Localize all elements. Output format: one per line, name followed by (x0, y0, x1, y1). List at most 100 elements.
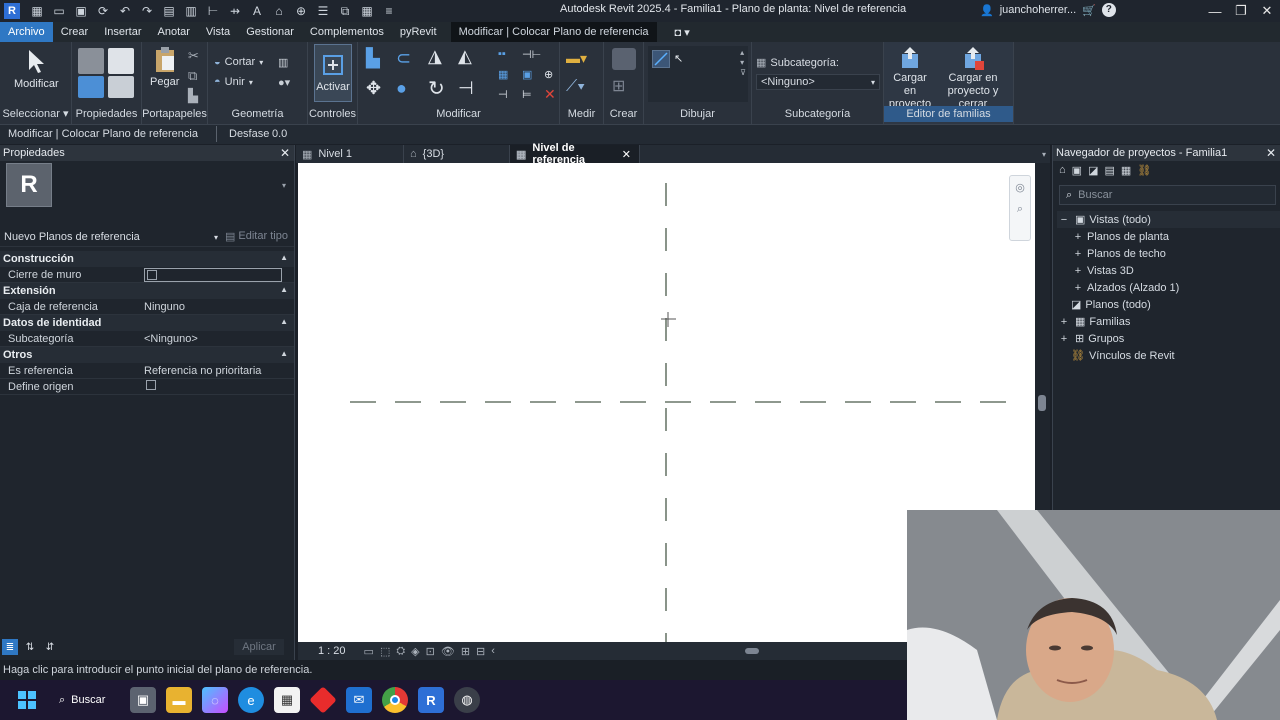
tabs-overflow-icon[interactable]: ▾ (1042, 145, 1046, 163)
sort-az-icon[interactable]: ⇅ (22, 639, 38, 655)
help-icon[interactable]: ? (1101, 3, 1116, 17)
browser-search-input[interactable]: ⌕ Buscar (1059, 185, 1276, 205)
tree-grupos[interactable]: + ⊞ Grupos (1057, 330, 1280, 347)
section-construccion[interactable]: Construcción ▲ (0, 251, 294, 267)
copy-icon[interactable]: ⧉ (188, 68, 197, 84)
schedule-icon[interactable]: ▤ (1104, 164, 1114, 177)
scale-icon[interactable]: ▣ (522, 68, 532, 81)
close-icon[interactable]: ✕ (280, 146, 290, 160)
sort-za-icon[interactable]: ⇵ (42, 639, 58, 655)
trim-single-icon[interactable]: ⊣ (498, 88, 508, 101)
scroll-left-icon[interactable]: ‹ (491, 645, 495, 657)
aplicar-button[interactable]: Aplicar (234, 639, 284, 655)
revit-logo[interactable]: R (4, 3, 20, 19)
trim-extend-icon[interactable]: ⊣ (458, 78, 474, 99)
tab-gestionar[interactable]: Gestionar (238, 22, 302, 42)
app-red-icon[interactable] (309, 686, 337, 714)
visual-style-icon[interactable]: ⬚ (380, 645, 390, 658)
tree-vistas-3d[interactable]: + Vistas 3D (1057, 262, 1280, 279)
delete-icon[interactable]: ✕ (544, 86, 556, 103)
tree-alzados[interactable]: + Alzados (Alzado 1) (1057, 279, 1280, 296)
subcategoria-select[interactable]: <Ninguno> ▾ (756, 74, 880, 90)
ribbon-toggle-icon[interactable]: ◘ ▾ (667, 22, 698, 42)
split-icon[interactable]: ▪▪ (498, 48, 506, 60)
type-properties-icon[interactable] (78, 48, 104, 74)
geometry-tool-icon-1[interactable]: ▥ (278, 56, 288, 69)
save-icon[interactable]: ▣ (73, 3, 89, 19)
dimension-aligned-icon[interactable]: ⟋▾ (566, 78, 585, 96)
offset-icon[interactable]: ⊂ (396, 48, 411, 69)
copilot-icon[interactable]: ◌ (202, 687, 228, 713)
pick-lines-icon[interactable]: ↖ (674, 52, 683, 65)
cortar-button[interactable]: ◒ Cortar ▾ (214, 56, 263, 68)
tab-anotar[interactable]: Anotar (150, 22, 198, 42)
chrome-dev-icon[interactable]: ◍ (454, 687, 480, 713)
task-view-icon[interactable]: ▣ (130, 687, 156, 713)
tree-planos-planta[interactable]: + Planos de planta (1057, 228, 1280, 245)
tab-crear[interactable]: Crear (53, 22, 97, 42)
copy-element-icon[interactable]: ● (396, 78, 407, 99)
tab-vista[interactable]: Vista (198, 22, 238, 42)
3d-view-icon[interactable]: ⌂ (271, 3, 287, 19)
revit-icon[interactable]: R (418, 687, 444, 713)
temp-hide-icon[interactable]: 👁 (441, 645, 455, 658)
unir-button[interactable]: ◓ Unir ▾ (214, 76, 253, 88)
split-gap-icon[interactable]: ⊣⊢ (522, 48, 541, 61)
view-scale[interactable]: 1 : 20 (318, 645, 346, 657)
scroll-thumb[interactable] (1038, 395, 1046, 411)
create-similar-icon[interactable]: ⊞ (612, 76, 625, 96)
home-icon[interactable]: ⌂ (1059, 164, 1066, 176)
editar-tipo-button[interactable]: ▤ Editar tipo (225, 230, 288, 243)
activar-button[interactable]: Activar (314, 44, 352, 102)
chrome-icon[interactable] (382, 687, 408, 713)
open-icon[interactable]: ▭ (51, 3, 67, 19)
close-window-button[interactable]: ✕ (1254, 0, 1280, 22)
tab-nivel-1[interactable]: ▦ Nivel 1 (296, 145, 404, 163)
close-icon[interactable]: ✕ (1266, 146, 1276, 160)
tab-contextual-modificar[interactable]: Modificar | Colocar Plano de referencia (450, 22, 657, 42)
tree-vistas-todo[interactable]: − ▣ Vistas (todo) (1057, 211, 1280, 228)
measure-ruler-icon[interactable]: ▬▾ (566, 50, 587, 67)
panel-label-seleccionar[interactable]: Seleccionar ▾ (0, 107, 71, 120)
es-referencia-value[interactable]: Referencia no prioritaria (140, 365, 294, 377)
view-icon[interactable]: ▣ (1072, 164, 1082, 177)
home-icon[interactable]: ▦ (29, 3, 45, 19)
match-type-icon[interactable]: ▙ (188, 88, 198, 104)
category-params-icon[interactable] (108, 76, 134, 98)
pin-icon[interactable]: ⊕ (544, 68, 553, 81)
tree-planos-todo[interactable]: ◪ Planos (todo) (1057, 296, 1280, 313)
type-dropdown[interactable]: Nuevo Planos de referencia ▾ (2, 228, 222, 246)
shadows-icon[interactable]: ◈ (411, 645, 419, 658)
text-icon[interactable]: A (249, 3, 265, 19)
define-origen-checkbox[interactable] (146, 380, 156, 390)
detail-level-icon[interactable]: ▭ (364, 645, 374, 658)
family-icon[interactable]: ▦ (1121, 164, 1131, 177)
close-inactive-icon[interactable]: ▥ (183, 3, 199, 19)
file-explorer-icon[interactable]: ▬ (166, 687, 192, 713)
mail-icon[interactable]: ✉ (346, 687, 372, 713)
measure-icon[interactable]: ⊢ (205, 3, 221, 19)
geometry-tool-icon-2[interactable]: ●▾ (278, 76, 290, 89)
tab-nivel-de-referencia[interactable]: ▦ Nivel de referencia ✕ (510, 142, 640, 166)
create-group-icon[interactable] (612, 48, 636, 70)
tree-planos-techo[interactable]: + Planos de techo (1057, 245, 1280, 262)
thin-lines-icon[interactable]: ☰ (315, 3, 331, 19)
tab-pyrevit[interactable]: pyRevit (392, 22, 445, 42)
subcategoria-value[interactable]: <Ninguno> (140, 333, 294, 345)
sync-icon[interactable]: ⟳ (95, 3, 111, 19)
zoom-icon[interactable]: ⌕ (1010, 198, 1030, 220)
window-tile-icon[interactable]: ▦ (359, 3, 375, 19)
align-icon[interactable]: ▙ (366, 48, 380, 69)
section-icon[interactable]: ⊕ (293, 3, 309, 19)
offset-input[interactable]: 0.0 (270, 126, 330, 142)
user-name[interactable]: juanchoherrer... (1000, 4, 1076, 16)
minimize-button[interactable]: — (1202, 0, 1228, 22)
caja-de-referencia-value[interactable]: Ninguno (140, 301, 294, 313)
reveal-hidden-icon[interactable]: ⊞ (461, 645, 470, 658)
family-types-icon[interactable] (108, 48, 134, 74)
tab-complementos[interactable]: Complementos (302, 22, 392, 42)
move-icon[interactable]: ✥ (366, 78, 381, 99)
horizontal-scroll-thumb[interactable] (744, 648, 759, 654)
dimension-icon[interactable]: ⇸ (227, 3, 243, 19)
section-datos-identidad[interactable]: Datos de identidad ▲ (0, 315, 294, 331)
